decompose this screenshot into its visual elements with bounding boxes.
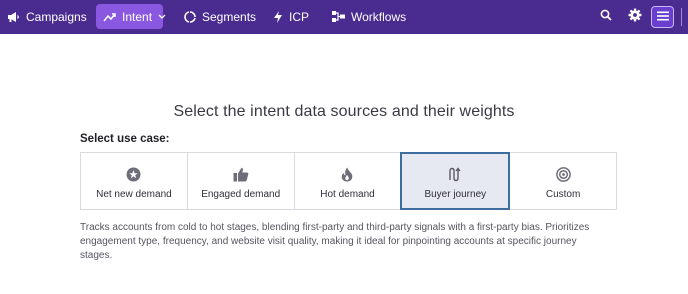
thumbs-up-icon: [233, 167, 249, 182]
nav-icp-label: ICP: [289, 9, 310, 24]
segments-icon: [184, 10, 196, 23]
use-case-hot-demand[interactable]: Hot demand: [293, 152, 402, 210]
hamburger-menu-icon: [656, 8, 669, 26]
journey-path-icon: [448, 167, 462, 182]
page-heading: Select the intent data sources and their…: [173, 103, 515, 120]
nav-segments-label: Segments: [202, 9, 257, 24]
use-case-label-custom: Custom: [545, 189, 581, 200]
star-circle-icon: [126, 167, 141, 182]
flame-icon: [341, 167, 353, 182]
lightning-icon: [273, 10, 283, 23]
use-case-label-hot-demand: Hot demand: [320, 189, 375, 200]
chevron-down-icon: [158, 14, 166, 20]
toolbar-divider: [681, 8, 682, 26]
use-case-engaged-demand[interactable]: Engaged demand: [186, 152, 295, 210]
use-case-label: Select use case:: [80, 133, 170, 145]
nav-segments[interactable]: Segments: [177, 4, 263, 29]
use-case-description: Tracks accounts from cold to hot stages,…: [80, 222, 590, 261]
nav-icp[interactable]: ICP: [266, 4, 316, 29]
search-icon: [600, 8, 612, 26]
top-navigation-bar: Campaigns Intent Segments ICP Workflows: [0, 0, 688, 34]
nav-intent-label: Intent: [122, 9, 153, 24]
nav-campaigns[interactable]: Campaigns: [0, 4, 94, 29]
use-case-label-buyer-journey: Buyer journey: [424, 189, 487, 200]
main-menu-button[interactable]: [651, 6, 674, 28]
gear-icon: [628, 8, 642, 27]
search-button[interactable]: [595, 6, 617, 28]
use-case-label-engaged-demand: Engaged demand: [201, 189, 281, 200]
target-icon: [555, 167, 571, 182]
nav-workflows-label: Workflows: [351, 9, 407, 24]
use-case-label-net-new-demand: Net new demand: [96, 189, 172, 200]
megaphone-icon: [7, 11, 20, 23]
use-case-buyer-journey[interactable]: Buyer journey: [400, 152, 511, 210]
use-case-custom[interactable]: Custom: [509, 152, 617, 210]
use-case-options: Net new demand Engaged demand Hot demand…: [80, 152, 617, 210]
trending-up-icon: [103, 12, 116, 22]
workflow-icon: [332, 11, 345, 22]
nav-workflows[interactable]: Workflows: [325, 4, 413, 29]
nav-intent[interactable]: Intent: [96, 4, 166, 29]
settings-button[interactable]: [624, 6, 646, 28]
nav-campaigns-label: Campaigns: [26, 9, 87, 24]
use-case-net-new-demand[interactable]: Net new demand: [80, 152, 188, 210]
